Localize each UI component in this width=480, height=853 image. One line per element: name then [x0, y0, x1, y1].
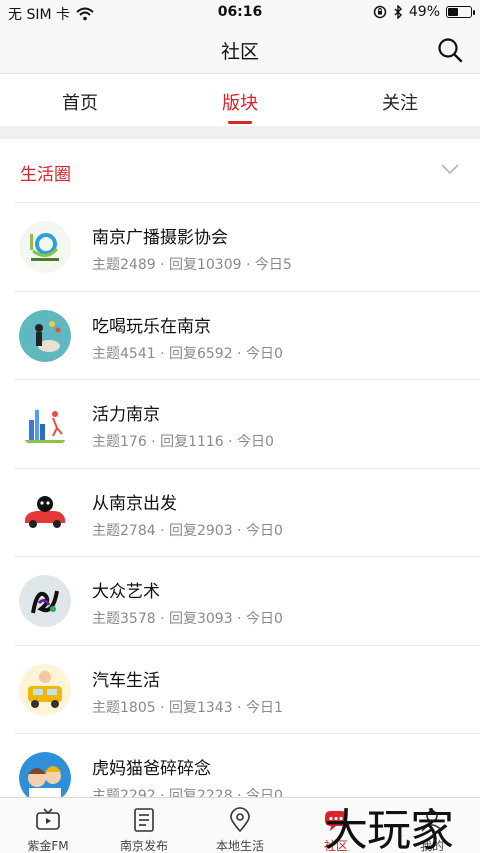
- bottom-tab-label: 紫金FM: [27, 839, 69, 853]
- chevron-down-icon[interactable]: [440, 161, 460, 177]
- car-life-avatar-icon: [19, 663, 71, 716]
- tab-boards[interactable]: 版块: [160, 75, 320, 126]
- forum-list: 南京广播摄影协会 主题2489 · 回复10309 · 今日5 吃喝玩乐在南京 …: [0, 202, 480, 822]
- bottom-tab-label: 本地生活: [215, 839, 264, 853]
- photography-club-logo-icon: [19, 221, 71, 273]
- active-tab-indicator: [228, 121, 252, 124]
- forum-title: 虎妈猫爸碎碎念: [92, 759, 211, 779]
- battery-percent: 49%: [408, 4, 440, 20]
- tab-label: 版块: [222, 93, 258, 114]
- battery-icon: [446, 6, 475, 18]
- forum-title: 活力南京: [92, 405, 160, 425]
- art-avatar-icon: [19, 575, 71, 627]
- forum-stats: 主题1805 · 回复1343 · 今日1: [92, 699, 283, 716]
- battery-level: [448, 8, 458, 16]
- forum-row[interactable]: 南京广播摄影协会 主题2489 · 回复10309 · 今日5: [14, 202, 480, 291]
- forum-row[interactable]: 大众艺术 主题3578 · 回复3093 · 今日0: [14, 556, 480, 645]
- forum-stats: 主题2489 · 回复10309 · 今日5: [92, 257, 292, 273]
- forum-title: 汽车生活: [92, 670, 160, 691]
- travel-car-avatar-icon: [19, 486, 71, 539]
- tab-label: 首页: [62, 93, 98, 114]
- section-gap: [0, 126, 480, 139]
- document-icon: [134, 808, 154, 832]
- forum-title: 从南京出发: [92, 493, 177, 514]
- page-title: 社区: [220, 41, 259, 63]
- watermark-logo: 大玩家: [318, 794, 478, 853]
- forum-stats: 主题3578 · 回复3093 · 今日0: [92, 611, 283, 627]
- forum-title: 吃喝玩乐在南京: [92, 316, 211, 337]
- food-fun-avatar-icon: [19, 309, 71, 362]
- nav-bar: 社区: [0, 26, 480, 74]
- forum-title: 南京广播摄影协会: [92, 228, 228, 248]
- bottom-tab-news[interactable]: 南京发布: [96, 798, 192, 853]
- section-title: 生活圈: [20, 165, 71, 185]
- bottom-tab-local[interactable]: 本地生活: [192, 798, 288, 853]
- status-right-group: 49%: [373, 4, 475, 20]
- tab-label: 关注: [382, 93, 418, 114]
- tab-following[interactable]: 关注: [320, 75, 480, 126]
- tab-bar: 首页 版块 关注: [0, 75, 480, 126]
- section-header[interactable]: 生活圈: [0, 139, 480, 201]
- forum-row[interactable]: 吃喝玩乐在南京 主题4541 · 回复6592 · 今日0: [14, 290, 480, 380]
- bluetooth-icon: [394, 5, 402, 19]
- status-bar: 无 SIM 卡 06:16 49%: [0, 0, 480, 26]
- forum-title: 大众艺术: [92, 582, 160, 602]
- watermark-text: 大玩家: [324, 805, 454, 853]
- bottom-tab-fm[interactable]: 紫金FM: [0, 798, 96, 853]
- forum-row[interactable]: 活力南京 主题176 · 回复1116 · 今日0: [14, 379, 480, 468]
- bottom-tab-label: 南京发布: [119, 839, 168, 853]
- orientation-lock-icon: [373, 5, 387, 19]
- tv-icon: [36, 808, 60, 830]
- forum-row[interactable]: 汽车生活 主题1805 · 回复1343 · 今日1: [14, 644, 480, 734]
- forum-stats: 主题2784 · 回复2903 · 今日0: [92, 522, 283, 539]
- search-icon[interactable]: [436, 36, 464, 64]
- forum-row[interactable]: 从南京出发 主题2784 · 回复2903 · 今日0: [14, 467, 480, 557]
- forum-stats: 主题176 · 回复1116 · 今日0: [92, 434, 274, 450]
- tab-home[interactable]: 首页: [0, 75, 160, 126]
- forum-stats: 主题4541 · 回复6592 · 今日0: [92, 345, 283, 362]
- city-sports-avatar-icon: [19, 398, 71, 450]
- location-pin-icon: [230, 807, 250, 833]
